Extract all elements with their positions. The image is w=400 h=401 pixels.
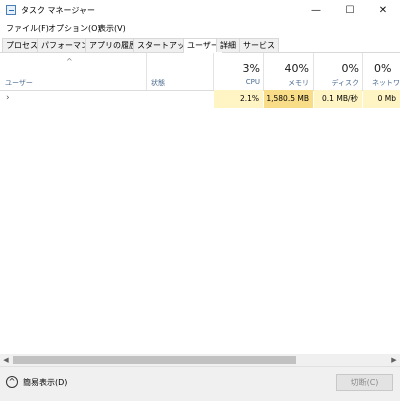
scroll-right-icon[interactable]: ▶ <box>388 354 400 366</box>
menu-options[interactable]: オプション(O) <box>48 23 101 34</box>
chevron-up-icon[interactable]: ^ <box>6 376 18 388</box>
simple-view-link[interactable]: 簡易表示(D) <box>23 377 67 388</box>
menu-bar: ファイル(F) オプション(O) 表示(V) <box>0 22 400 36</box>
cpu-total-percent: 3% <box>242 62 260 75</box>
row-cpu: 2.1% <box>214 90 263 108</box>
tab-services[interactable]: サービス <box>239 38 279 52</box>
minimize-button[interactable]: — <box>299 0 333 22</box>
table-row[interactable]: › 2.1% 1,580.5 MB 0.1 MB/秒 0 Mb <box>0 90 400 108</box>
column-memory[interactable]: メモリ <box>263 78 309 88</box>
scroll-left-icon[interactable]: ◀ <box>0 354 12 366</box>
column-divider[interactable] <box>362 53 363 90</box>
menu-view[interactable]: 表示(V) <box>98 23 126 34</box>
sort-ascending-icon: ^ <box>66 57 73 66</box>
column-divider[interactable] <box>146 53 147 90</box>
row-disk: 0.1 MB/秒 <box>314 90 362 108</box>
column-user[interactable]: ユーザー <box>5 78 33 88</box>
memory-total-percent: 40% <box>284 62 309 75</box>
footer-bar: ^ 簡易表示(D) 切断(C) <box>0 366 400 401</box>
tab-strip: プロセス パフォーマンス アプリの履歴 スタートアップ ユーザー 詳細 サービス <box>0 36 400 53</box>
tab-processes[interactable]: プロセス <box>2 38 42 52</box>
row-status <box>151 90 211 108</box>
column-network[interactable]: ネットワーク <box>372 78 400 88</box>
expand-chevron-icon[interactable]: › <box>6 93 10 103</box>
menu-file[interactable]: ファイル(F) <box>6 23 49 34</box>
column-header: ^ ユーザー 状態 3% CPU 40% メモリ 0% ディスク 0% ネットワ… <box>0 53 400 91</box>
title-bar: タスク マネージャー — ☐ ✕ <box>0 0 400 22</box>
column-status[interactable]: 状態 <box>151 78 165 88</box>
row-network: 0 Mb <box>363 90 400 108</box>
horizontal-scrollbar[interactable]: ◀ ▶ <box>0 354 400 366</box>
window-title: タスク マネージャー <box>21 6 95 15</box>
disk-total-percent: 0% <box>341 62 359 75</box>
column-cpu[interactable]: CPU <box>214 78 260 86</box>
scrollbar-thumb[interactable] <box>13 356 296 364</box>
task-manager-icon <box>6 5 16 15</box>
row-memory: 1,580.5 MB <box>264 90 313 108</box>
tab-details[interactable]: 詳細 <box>216 38 240 52</box>
column-disk[interactable]: ディスク <box>313 78 359 88</box>
disconnect-button[interactable]: 切断(C) <box>336 374 393 391</box>
maximize-button[interactable]: ☐ <box>333 0 367 22</box>
close-button[interactable]: ✕ <box>366 0 400 22</box>
row-user <box>20 90 140 108</box>
network-total-percent: 0% <box>374 62 392 75</box>
